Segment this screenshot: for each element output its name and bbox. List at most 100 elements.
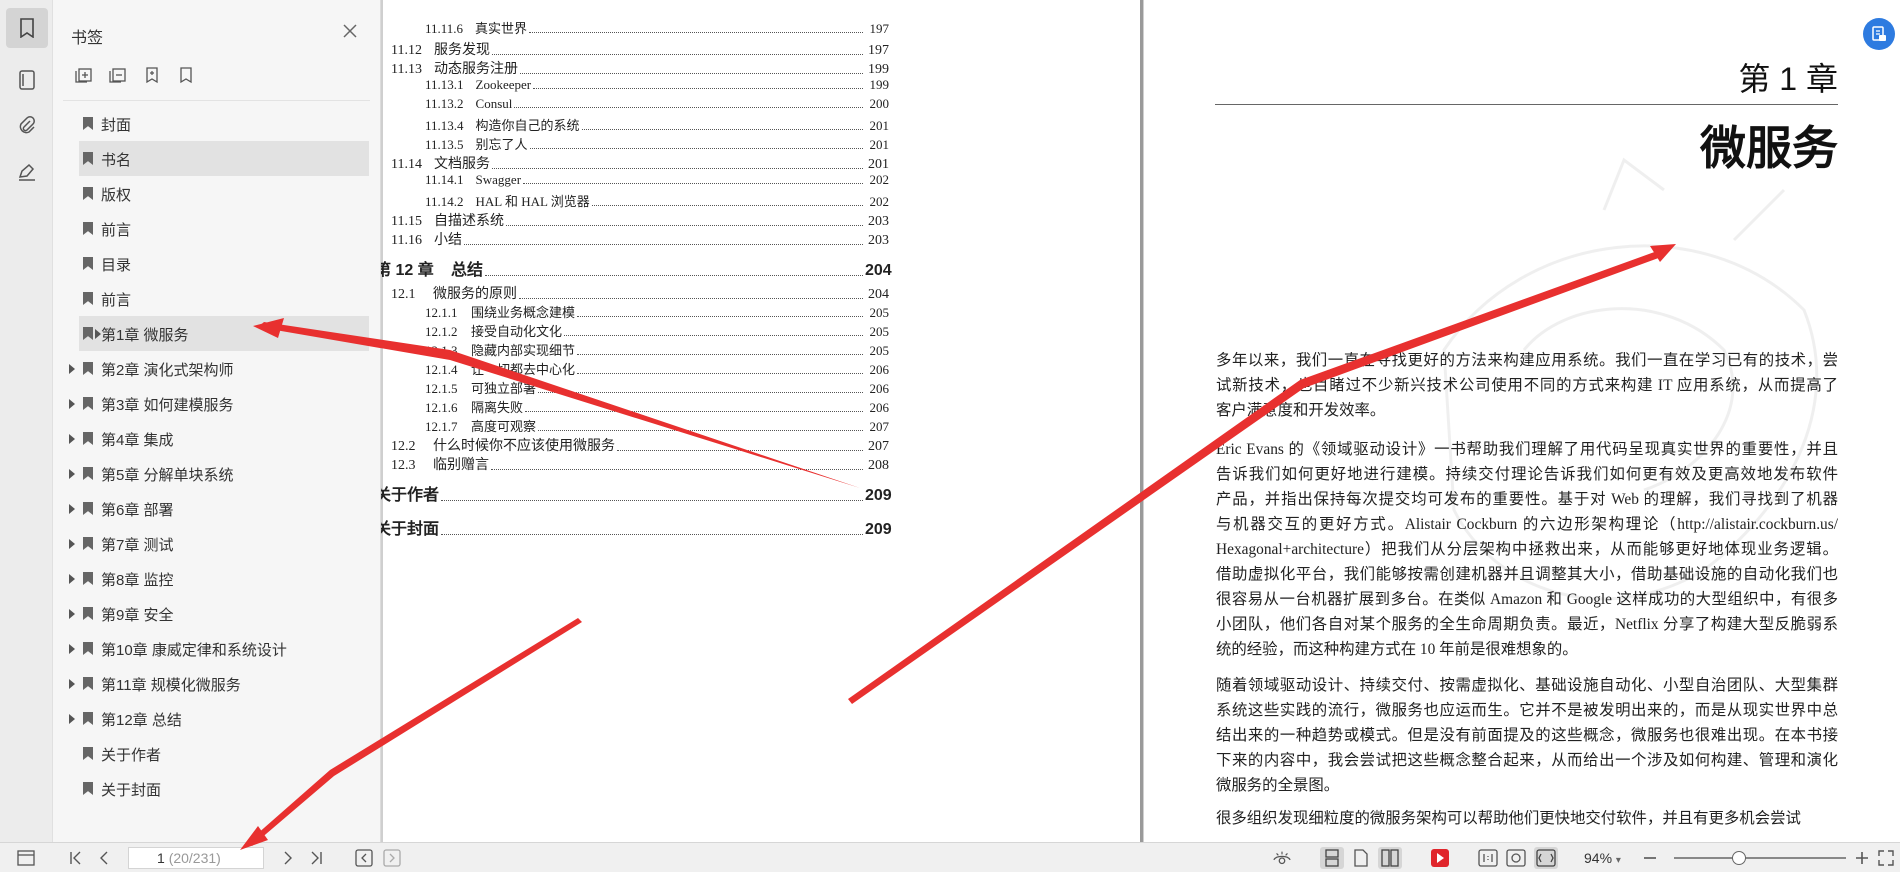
last-page-button[interactable] xyxy=(306,849,326,867)
toc-entry[interactable]: 11.11.6 真实世界 197 xyxy=(425,18,889,37)
toc-title: 隔离失败 xyxy=(471,400,524,415)
floating-action-button[interactable] xyxy=(1863,18,1895,50)
toc-entry[interactable]: 12.1.4 让一切都去中心化 206 xyxy=(425,359,889,378)
toc-entry[interactable]: 12.2 什么时候你不应该使用微服务 207 xyxy=(391,435,889,455)
close-panel-button[interactable] xyxy=(341,22,361,42)
bookmark-item[interactable]: 前言 xyxy=(53,281,381,316)
next-page-button[interactable] xyxy=(278,849,298,867)
bookmark-item[interactable]: 第8章 监控 xyxy=(53,561,381,596)
signature-panel-button[interactable] xyxy=(6,152,48,192)
collapse-all-icon xyxy=(109,68,126,83)
bookmark-item[interactable]: 第4章 集成 xyxy=(53,421,381,456)
fit-page-button[interactable] xyxy=(1506,849,1526,867)
zoom-slider-handle[interactable] xyxy=(1732,851,1747,865)
collapse-all-button[interactable] xyxy=(107,64,129,86)
expand-arrow-icon[interactable] xyxy=(69,399,75,409)
thumbnail-panel-button[interactable] xyxy=(6,60,48,100)
toc-entry[interactable]: 12.3 临别赠言 208 xyxy=(391,454,889,474)
expand-arrow-icon[interactable] xyxy=(69,504,75,514)
bookmark-item[interactable]: 第7章 测试 xyxy=(53,526,381,561)
toc-entry[interactable]: 11.13.2 Consul 200 xyxy=(425,96,889,112)
expand-arrow-icon[interactable] xyxy=(69,574,75,584)
attachment-panel-button[interactable] xyxy=(6,106,48,146)
toc-entry[interactable]: 12.1.3 隐藏内部实现细节 205 xyxy=(425,340,889,359)
back-view-icon xyxy=(355,849,373,867)
bookmark-panel-button[interactable] xyxy=(6,8,48,48)
bookmark-item[interactable]: 版权 xyxy=(53,176,381,211)
prev-page-button[interactable] xyxy=(94,849,114,867)
toc-leader xyxy=(525,411,863,412)
toc-entry[interactable]: 11.14.1 Swagger 202 xyxy=(425,172,889,188)
zoom-out-button[interactable] xyxy=(1640,849,1660,867)
toc-entry[interactable]: 11.13.5 别忘了人 201 xyxy=(425,134,889,153)
toc-entry[interactable]: 第 12 章总结 204 xyxy=(381,256,892,280)
fullscreen-button[interactable] xyxy=(1876,849,1896,867)
toc-number: 11.14.2 xyxy=(425,194,464,209)
expand-arrow-icon[interactable] xyxy=(69,609,75,619)
double-page-button[interactable] xyxy=(1378,847,1402,869)
toc-title: Consul xyxy=(475,96,513,111)
bookmark-item[interactable]: 书名 xyxy=(79,141,369,176)
bookmark-item[interactable]: 前言 xyxy=(53,211,381,246)
bookmark-item[interactable]: 关于封面 xyxy=(53,771,381,806)
toc-entry[interactable]: 12.1.2 接受自动化文化 205 xyxy=(425,321,889,340)
toc-number: 11.11.6 xyxy=(425,21,464,36)
toc-entry[interactable]: 12.1.5 可独立部署 206 xyxy=(425,378,889,397)
bookmark-item[interactable]: 第6章 部署 xyxy=(53,491,381,526)
expand-arrow-icon[interactable] xyxy=(69,679,75,689)
toc-entry[interactable]: 12.1.7 高度可观察 207 xyxy=(425,416,889,435)
play-button[interactable] xyxy=(1430,849,1450,867)
toc-entry[interactable]: 11.13.1 Zookeeper 199 xyxy=(425,77,889,93)
bookmark-item[interactable]: 第10章 康威定律和系统设计 xyxy=(53,631,381,666)
toc-entry[interactable]: 12.1.6 隔离失败 206 xyxy=(425,397,889,416)
first-page-button[interactable] xyxy=(66,849,86,867)
fullscreen-icon xyxy=(1878,850,1894,866)
toc-leader xyxy=(491,54,863,55)
expand-arrow-icon[interactable] xyxy=(69,364,75,374)
fit-width-button[interactable] xyxy=(1534,847,1558,869)
toc-number: 12.1 xyxy=(391,287,416,302)
bookmark-item[interactable]: 第3章 如何建模服务 xyxy=(53,386,381,421)
back-button[interactable] xyxy=(354,849,374,867)
bookmark-item[interactable]: 第2章 演化式架构师 xyxy=(53,351,381,386)
toc-entry[interactable]: 11.14.2 HAL 和 HAL 浏览器 202 xyxy=(425,191,889,210)
toc-entry[interactable]: 11.16 小结 203 xyxy=(391,229,889,249)
page-number-input[interactable]: 1 (20/231) xyxy=(128,847,264,869)
toc-entry[interactable]: 12.1.1 围绕业务概念建模 205 xyxy=(425,302,889,321)
toc-entry[interactable]: 关于封面 209 xyxy=(381,515,892,539)
bookmark-options-button[interactable] xyxy=(175,64,197,86)
bookmark-item[interactable]: 关于作者 xyxy=(53,736,381,771)
toc-entry[interactable]: 关于作者 209 xyxy=(381,481,892,505)
toc-entry[interactable]: 11.15 自描述系统 203 xyxy=(391,210,889,230)
bookmark-item[interactable]: 第11章 规模化微服务 xyxy=(53,666,381,701)
actual-size-button[interactable] xyxy=(1478,849,1498,867)
zoom-in-button[interactable] xyxy=(1852,849,1872,867)
toc-entry[interactable]: 12.1 微服务的原则 204 xyxy=(391,283,889,303)
bookmark-item[interactable]: 第9章 安全 xyxy=(53,596,381,631)
zoom-slider[interactable] xyxy=(1674,851,1846,865)
bookmark-item[interactable]: 第12章 总结 xyxy=(53,701,381,736)
read-mode-button[interactable] xyxy=(1272,849,1292,867)
zoom-level[interactable]: 94% ▾ xyxy=(1584,850,1621,866)
toc-entry[interactable]: 11.13.4 构造你自己的系统 201 xyxy=(425,115,889,134)
bookmark-item[interactable]: 目录 xyxy=(53,246,381,281)
toc-leader xyxy=(538,430,863,431)
expand-arrow-icon[interactable] xyxy=(69,714,75,724)
bookmark-item[interactable]: 第1章 微服务 xyxy=(79,316,369,351)
toc-entry[interactable]: 11.14 文档服务 201 xyxy=(391,153,889,173)
expand-all-button[interactable] xyxy=(73,64,95,86)
expand-arrow-icon[interactable] xyxy=(69,469,75,479)
bookmark-label: 第9章 安全 xyxy=(101,607,174,624)
toggle-sidebar-button[interactable] xyxy=(16,849,36,867)
bookmark-item[interactable]: 封面 xyxy=(53,106,381,141)
continuous-view-button[interactable] xyxy=(1320,847,1344,869)
expand-arrow-icon[interactable] xyxy=(69,539,75,549)
expand-arrow-icon[interactable] xyxy=(69,644,75,654)
single-page-button[interactable] xyxy=(1351,849,1371,867)
toc-entry[interactable]: 11.13 动态服务注册 199 xyxy=(391,58,889,78)
add-bookmark-button[interactable] xyxy=(141,64,163,86)
toc-entry[interactable]: 11.12 服务发现 197 xyxy=(391,39,889,59)
expand-arrow-icon[interactable] xyxy=(69,434,75,444)
bookmark-item[interactable]: 第5章 分解单块系统 xyxy=(53,456,381,491)
forward-button[interactable] xyxy=(382,849,402,867)
